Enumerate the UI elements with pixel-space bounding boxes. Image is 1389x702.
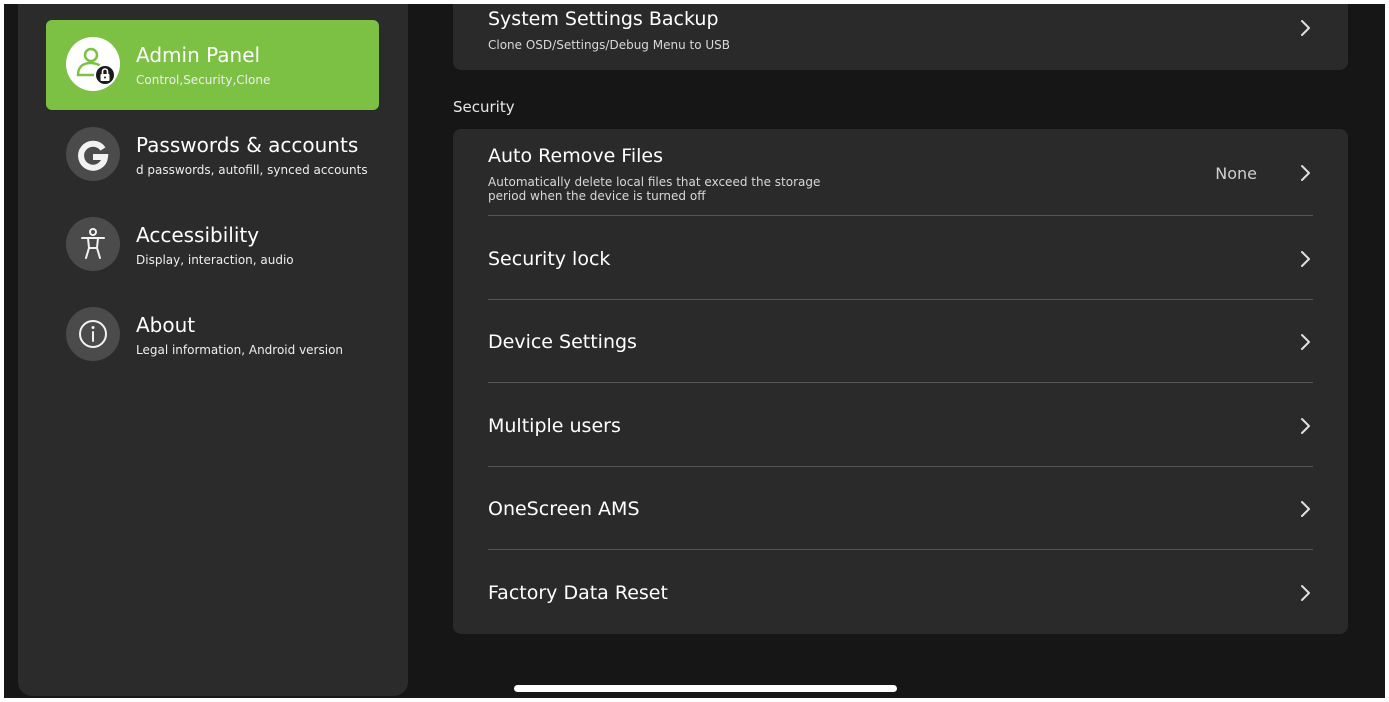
sidebar-item-subtitle: d passwords, autofill, synced accounts — [136, 163, 368, 177]
chevron-right-icon — [1301, 501, 1310, 517]
home-indicator-bar[interactable] — [514, 685, 897, 692]
row-subtitle: Clone OSD/Settings/Debug Menu to USB — [488, 38, 730, 52]
sidebar-item-title: Passwords & accounts — [136, 133, 359, 157]
admin-user-lock-icon — [66, 37, 120, 91]
row-title: Auto Remove Files — [488, 145, 663, 167]
sidebar-item-subtitle: Control,Security,Clone — [136, 73, 271, 87]
chevron-right-icon — [1301, 418, 1310, 434]
row-title: Device Settings — [488, 331, 637, 353]
row-title: Factory Data Reset — [488, 582, 668, 604]
row-title: Security lock — [488, 248, 611, 270]
chevron-right-icon — [1301, 251, 1310, 267]
sidebar-item-passwords-accounts[interactable]: Passwords & accounts d passwords, autofi… — [46, 110, 379, 200]
sidebar-item-accessibility[interactable]: Accessibility Display, interaction, audi… — [46, 200, 379, 290]
accessibility-icon — [66, 217, 120, 271]
sidebar-item-title: About — [136, 313, 196, 337]
chevron-right-icon — [1301, 334, 1310, 350]
row-title: System Settings Backup — [488, 8, 719, 30]
chevron-right-icon — [1301, 585, 1310, 601]
section-header-security: Security — [453, 98, 515, 116]
sidebar-item-about[interactable]: About Legal information, Android version — [46, 290, 379, 380]
chevron-right-icon — [1301, 165, 1310, 181]
sidebar: Admin Panel Control,Security,Clone Passw… — [18, 4, 408, 696]
row-subtitle-line-2: period when the device is turned off — [488, 189, 706, 203]
onescreen-ams-row[interactable]: OneScreen AMS — [488, 466, 1313, 550]
google-g-icon — [66, 127, 120, 181]
multiple-users-row[interactable]: Multiple users — [488, 383, 1313, 467]
row-title: Multiple users — [488, 415, 621, 437]
row-subtitle: Automatically delete local files that ex… — [488, 175, 820, 203]
sidebar-item-subtitle: Legal information, Android version — [136, 343, 344, 357]
system-settings-backup-row[interactable]: System Settings Backup Clone OSD/Setting… — [488, 4, 1313, 70]
row-title: OneScreen AMS — [488, 498, 640, 520]
sidebar-item-admin-panel[interactable]: Admin Panel Control,Security,Clone — [46, 20, 379, 110]
security-lock-row[interactable]: Security lock — [488, 216, 1313, 300]
chevron-right-icon — [1301, 20, 1310, 36]
sidebar-item-title: Accessibility — [136, 223, 260, 247]
row-subtitle-line-1: Automatically delete local files that ex… — [488, 175, 821, 189]
sidebar-item-subtitle: Display, interaction, audio — [136, 253, 294, 267]
security-card: Auto Remove Files Automatically delete l… — [453, 129, 1348, 634]
info-icon — [66, 307, 120, 361]
auto-remove-files-row[interactable]: Auto Remove Files Automatically delete l… — [488, 129, 1313, 216]
auto-remove-value: None — [1215, 164, 1257, 183]
backup-card: System Settings Backup Clone OSD/Setting… — [453, 4, 1348, 70]
device-settings-row[interactable]: Device Settings — [488, 299, 1313, 383]
factory-data-reset-row[interactable]: Factory Data Reset — [488, 550, 1313, 634]
settings-screen: Admin Panel Control,Security,Clone Passw… — [4, 4, 1385, 698]
sidebar-item-title: Admin Panel — [136, 43, 261, 67]
